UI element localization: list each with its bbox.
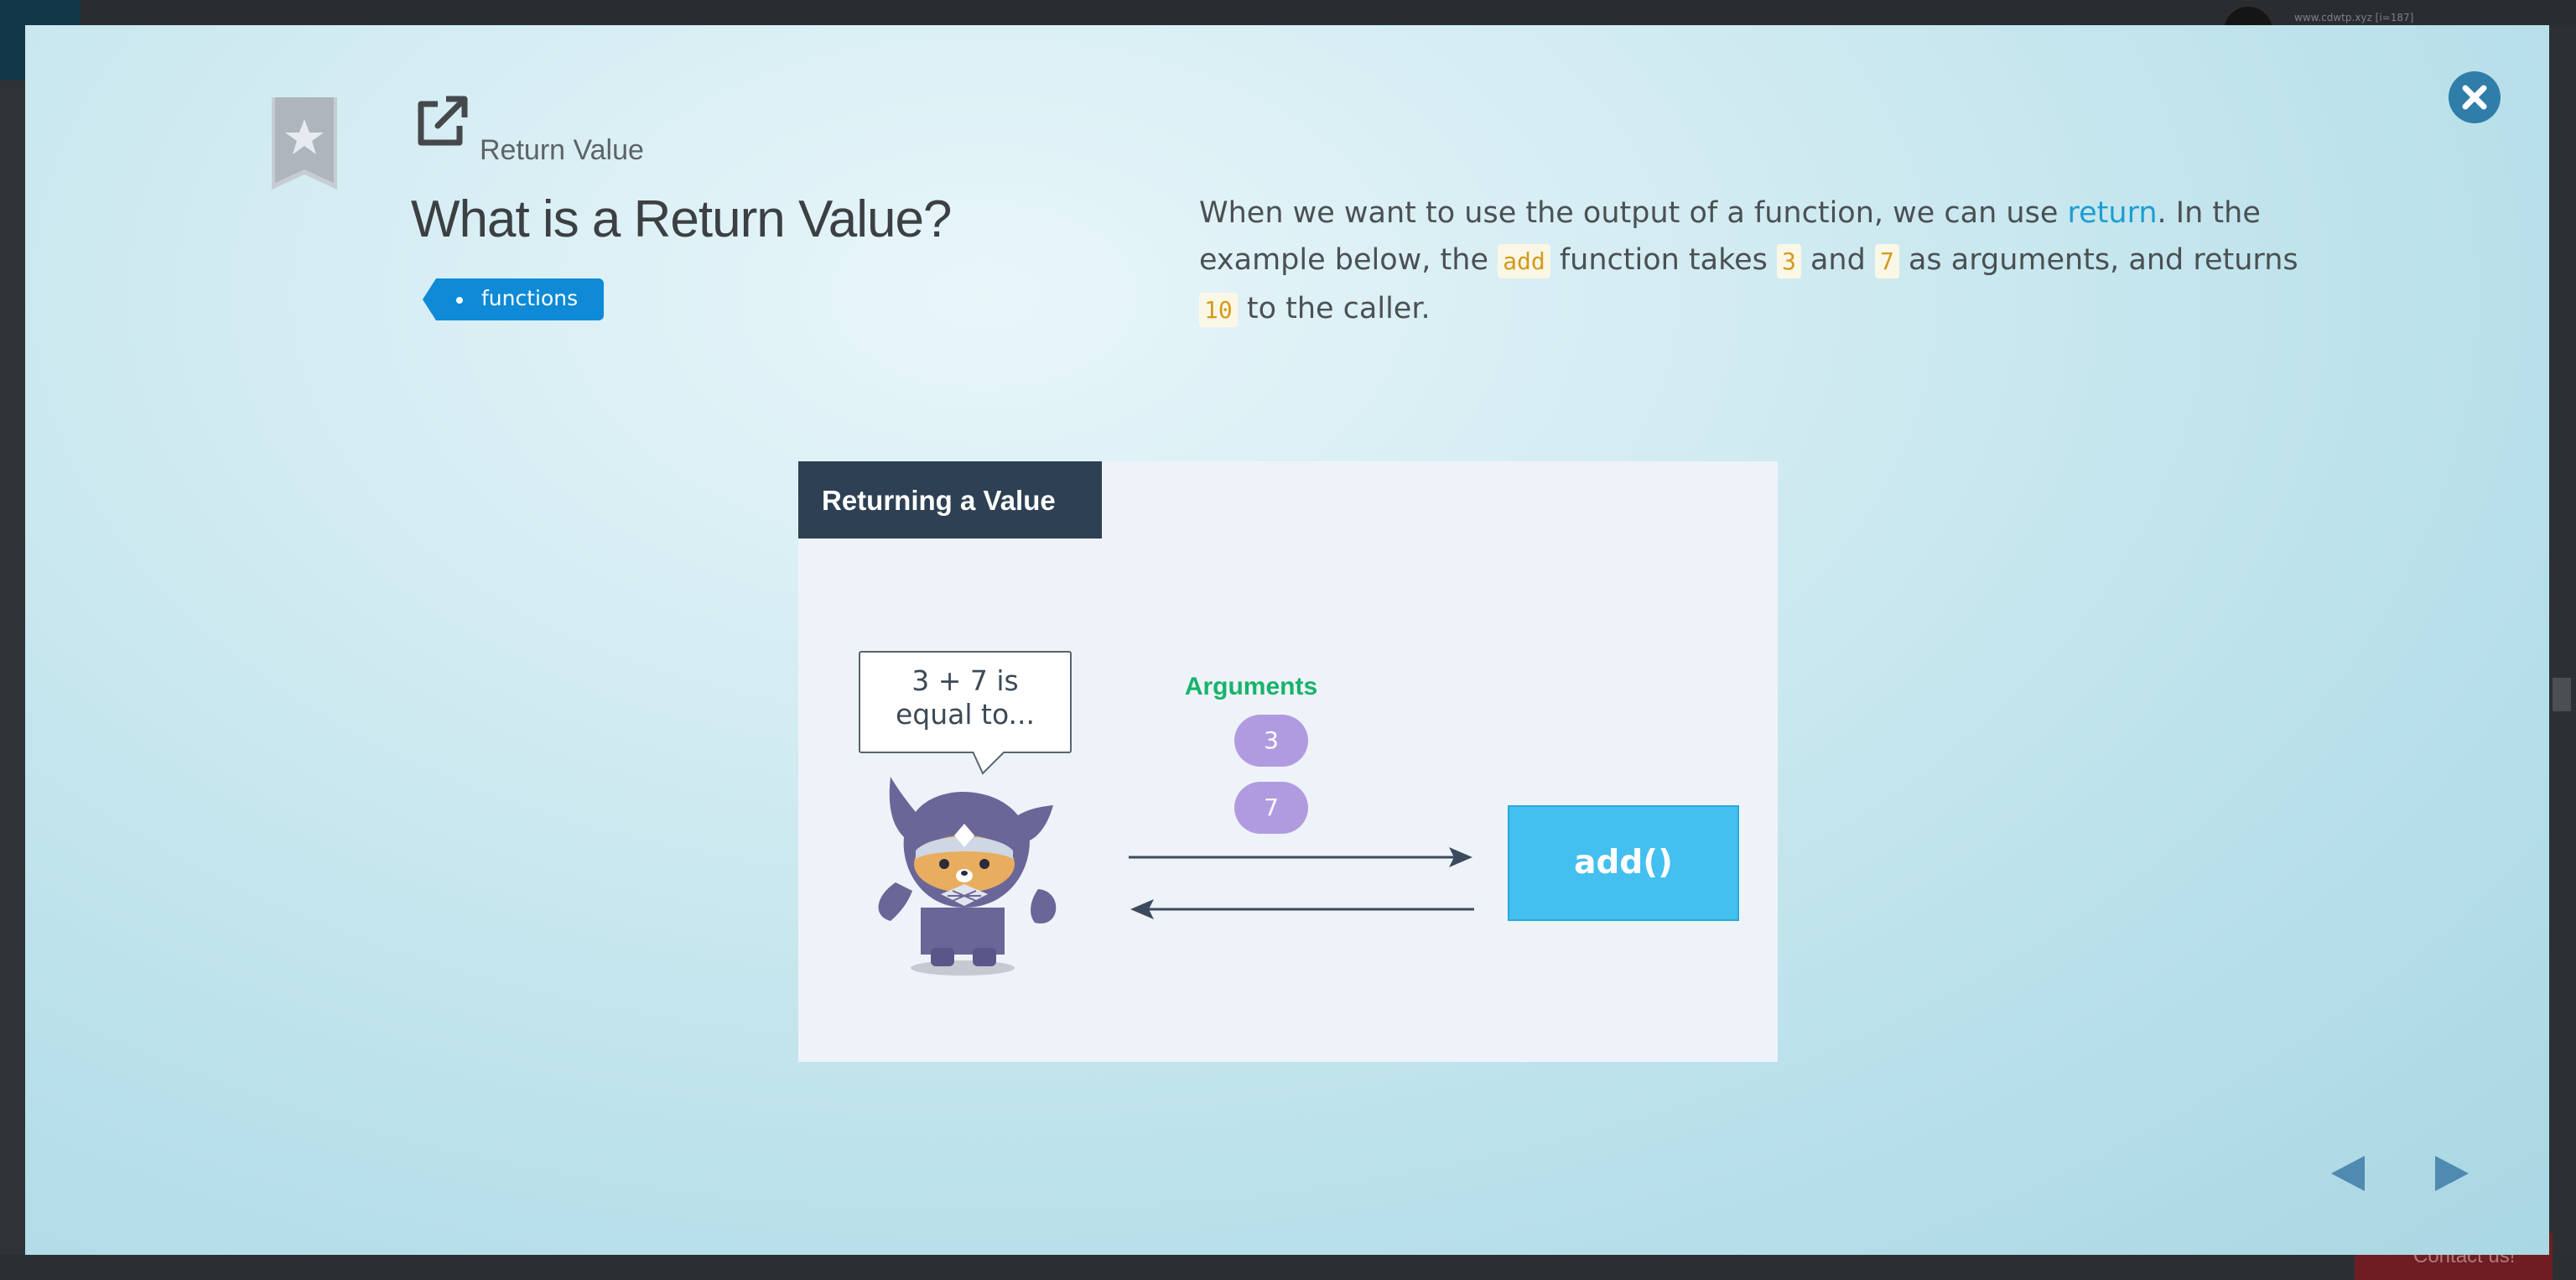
tag-functions[interactable]: functions (423, 278, 604, 320)
page-title: What is a Return Value? (411, 190, 952, 248)
bubble-line-1: 3 + 7 is (911, 664, 1019, 697)
code-7: 7 (1874, 244, 1899, 278)
function-box-add: add() (1508, 805, 1739, 921)
ninja-mascot-icon (878, 777, 1057, 976)
arrow-left-icon[interactable] (2326, 1151, 2371, 1196)
bookmark-star-icon[interactable] (268, 96, 340, 193)
close-icon (2462, 85, 2487, 110)
lesson-description: When we want to use the output of a func… (1199, 196, 2298, 327)
background-bottom-bar (0, 1255, 2576, 1280)
argument-3: 3 (1234, 715, 1308, 767)
background-scrollbar-thumb[interactable] (2553, 678, 2571, 711)
external-link-icon[interactable] (413, 92, 471, 151)
background-scrollbar[interactable] (2549, 25, 2576, 1258)
bubble-line-2: equal to... (895, 698, 1036, 731)
close-button[interactable] (2449, 71, 2501, 123)
diagram-title: Returning a Value (798, 461, 1102, 539)
diagram-card: Returning a Value 3 + 7 is equal to... A… (798, 461, 1778, 1062)
background-top-bar (0, 0, 2576, 25)
code-3: 3 (1777, 244, 1801, 278)
arrow-right-icon[interactable] (2428, 1151, 2474, 1196)
code-add: add (1498, 244, 1550, 278)
arrow-right-to-function (1129, 847, 1472, 867)
section-label: Return Value (480, 134, 644, 166)
background-address: www.cdwtp.xyz [i=187] (2294, 12, 2414, 23)
arrow-return-to-caller (1130, 899, 1474, 919)
code-10: 10 (1199, 293, 1238, 327)
arrows-diagram (1129, 847, 1474, 919)
arguments-label: Arguments (1184, 673, 1318, 700)
tag-dot (456, 297, 463, 304)
tag-label: functions (481, 286, 579, 310)
return-keyword-link[interactable]: return (2068, 196, 2158, 230)
argument-7: 7 (1234, 782, 1308, 834)
lesson-modal: Return Value What is a Return Value? fun… (25, 25, 2549, 1255)
speech-bubble: 3 + 7 is equal to... (859, 651, 1072, 753)
